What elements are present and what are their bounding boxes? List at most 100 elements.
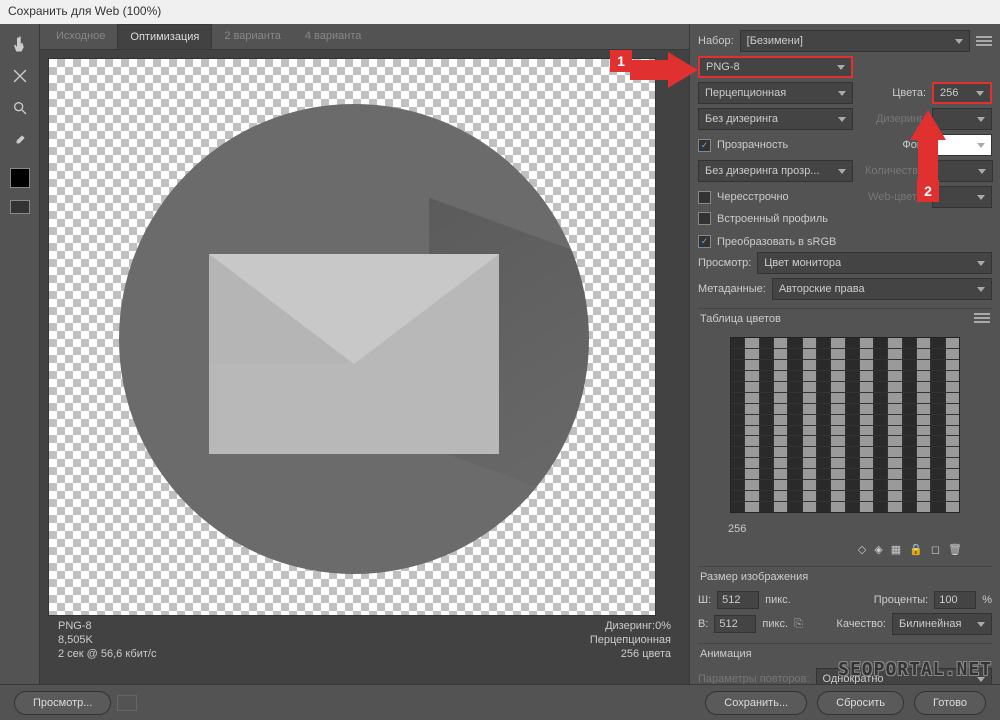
color-swatch[interactable]	[731, 491, 744, 501]
color-swatch[interactable]	[817, 436, 830, 446]
color-swatch[interactable]	[774, 436, 787, 446]
color-swatch[interactable]	[846, 491, 859, 501]
color-swatch[interactable]	[731, 349, 744, 359]
color-swatch[interactable]	[946, 393, 959, 403]
quality-select[interactable]: Билинейная	[892, 613, 992, 635]
color-swatch[interactable]	[774, 404, 787, 414]
color-swatch[interactable]	[831, 426, 844, 436]
color-swatch[interactable]	[917, 458, 930, 468]
color-swatch[interactable]	[817, 502, 830, 512]
color-swatch[interactable]	[788, 480, 801, 490]
color-swatch[interactable]	[831, 371, 844, 381]
color-swatch[interactable]	[831, 491, 844, 501]
color-swatch[interactable]	[745, 491, 758, 501]
color-swatch[interactable]	[760, 371, 773, 381]
color-swatch[interactable]	[774, 491, 787, 501]
color-swatch[interactable]	[760, 415, 773, 425]
color-swatch[interactable]	[874, 436, 887, 446]
color-swatch[interactable]	[846, 436, 859, 446]
color-swatch[interactable]	[745, 426, 758, 436]
zoom-tool-icon[interactable]	[8, 96, 32, 120]
color-swatch[interactable]	[817, 426, 830, 436]
color-swatch[interactable]	[817, 447, 830, 457]
color-swatch[interactable]	[760, 382, 773, 392]
color-swatch[interactable]	[888, 458, 901, 468]
color-swatch[interactable]	[803, 491, 816, 501]
color-swatch[interactable]	[803, 349, 816, 359]
color-swatch[interactable]	[760, 480, 773, 490]
color-swatch[interactable]	[888, 338, 901, 348]
color-swatch[interactable]	[903, 382, 916, 392]
color-swatch[interactable]	[774, 382, 787, 392]
color-swatch[interactable]	[874, 426, 887, 436]
color-swatch[interactable]	[788, 502, 801, 512]
color-swatch[interactable]	[946, 349, 959, 359]
color-swatch[interactable]	[731, 382, 744, 392]
color-swatch[interactable]	[874, 469, 887, 479]
browser-preview-icon[interactable]	[117, 695, 137, 711]
color-swatch[interactable]	[745, 371, 758, 381]
color-swatch[interactable]	[831, 415, 844, 425]
color-swatch[interactable]	[903, 415, 916, 425]
color-swatch[interactable]	[888, 436, 901, 446]
color-swatch[interactable]	[888, 447, 901, 457]
color-swatch[interactable]	[903, 458, 916, 468]
color-swatch[interactable]	[888, 382, 901, 392]
color-swatch[interactable]	[860, 338, 873, 348]
color-swatch[interactable]	[788, 349, 801, 359]
color-swatch[interactable]	[931, 338, 944, 348]
color-swatch[interactable]	[931, 349, 944, 359]
color-swatch[interactable]	[903, 447, 916, 457]
color-swatch[interactable]	[760, 360, 773, 370]
color-swatch[interactable]	[946, 415, 959, 425]
color-swatch[interactable]	[903, 349, 916, 359]
color-swatch[interactable]	[745, 502, 758, 512]
color-swatch[interactable]	[846, 469, 859, 479]
color-swatch[interactable]	[803, 458, 816, 468]
hand-tool-icon[interactable]	[8, 32, 32, 56]
color-swatch[interactable]	[903, 393, 916, 403]
color-swatch[interactable]	[745, 480, 758, 490]
reduction-select[interactable]: Перцепционная	[698, 82, 853, 104]
color-swatch[interactable]	[846, 480, 859, 490]
color-swatch[interactable]	[788, 447, 801, 457]
color-swatch[interactable]	[745, 338, 758, 348]
color-swatch[interactable]	[803, 447, 816, 457]
color-swatch[interactable]	[888, 360, 901, 370]
color-swatch[interactable]	[817, 371, 830, 381]
color-swatch[interactable]	[788, 382, 801, 392]
color-swatch[interactable]	[946, 480, 959, 490]
color-swatch[interactable]	[931, 480, 944, 490]
color-swatch[interactable]	[831, 338, 844, 348]
color-swatch[interactable]	[846, 371, 859, 381]
color-swatch[interactable]	[903, 426, 916, 436]
color-swatch[interactable]	[731, 436, 744, 446]
color-swatch[interactable]	[803, 371, 816, 381]
color-swatch[interactable]	[788, 371, 801, 381]
color-swatch[interactable]	[860, 371, 873, 381]
image-canvas[interactable]	[48, 58, 656, 616]
map-color-icon[interactable]: 🔒	[909, 543, 923, 556]
color-swatch[interactable]	[831, 436, 844, 446]
color-swatch[interactable]	[917, 426, 930, 436]
color-swatch[interactable]	[788, 360, 801, 370]
tab-2up[interactable]: 2 варианта	[212, 24, 293, 49]
color-swatch[interactable]	[831, 447, 844, 457]
delete-color-icon[interactable]: 🗑	[948, 543, 962, 556]
color-swatch[interactable]	[917, 360, 930, 370]
color-swatch[interactable]	[874, 393, 887, 403]
color-swatch[interactable]	[917, 480, 930, 490]
color-swatch[interactable]	[917, 393, 930, 403]
color-swatch[interactable]	[745, 458, 758, 468]
color-swatch[interactable]	[731, 393, 744, 403]
color-swatch[interactable]	[831, 469, 844, 479]
color-swatch[interactable]	[903, 469, 916, 479]
color-swatch[interactable]	[760, 426, 773, 436]
color-swatch[interactable]	[846, 458, 859, 468]
color-swatch[interactable]	[803, 436, 816, 446]
color-swatch[interactable]	[846, 447, 859, 457]
color-swatch[interactable]	[946, 447, 959, 457]
color-swatch[interactable]	[774, 338, 787, 348]
color-swatch[interactable]	[917, 491, 930, 501]
color-swatch[interactable]	[946, 371, 959, 381]
